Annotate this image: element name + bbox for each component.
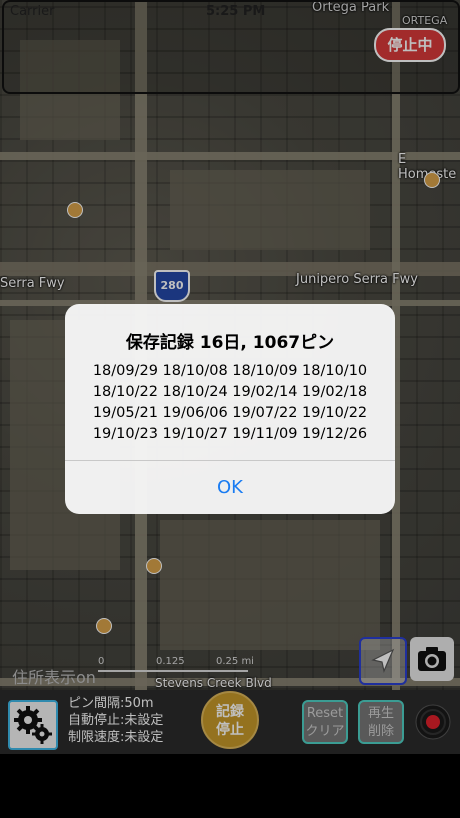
alert-date-row: 19/05/21 19/06/06 19/07/22 19/10/22: [92, 405, 368, 421]
alert-ok-button[interactable]: OK: [65, 461, 395, 514]
alert-date-row: 18/10/22 18/10/24 19/02/14 19/02/18: [92, 384, 368, 400]
alert-title: 保存記録 16日, 1067ピン: [125, 333, 335, 353]
alert-date-row: 19/10/23 19/10/27 19/11/09 19/12/26: [92, 426, 368, 442]
saved-records-alert: 保存記録 16日, 1067ピン 18/09/29 18/10/08 18/10…: [65, 304, 395, 514]
alert-message: 18/09/29 18/10/08 18/10/09 18/10/10 18/1…: [65, 361, 395, 445]
alert-date-row: 18/09/29 18/10/08 18/10/09 18/10/10: [92, 363, 368, 379]
